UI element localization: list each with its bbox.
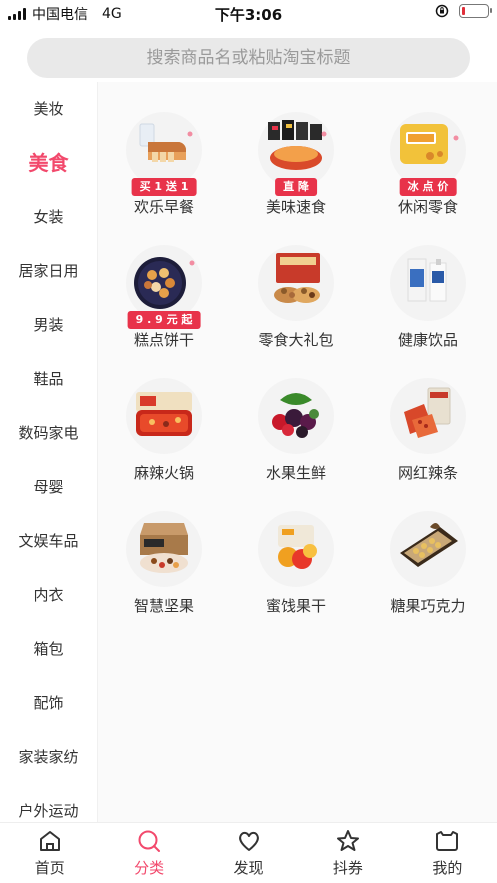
drink-carton-icon <box>390 245 466 321</box>
search-icon <box>99 827 198 855</box>
promo-tag: 买 1 送 1 <box>131 178 197 196</box>
category-label: 麻辣火锅 <box>133 464 194 482</box>
sidebar-item-womens-clothing[interactable]: 女装 <box>0 190 97 244</box>
snack-bag-icon: 冰 点 价 <box>390 112 466 196</box>
category-label: 糖果巧克力 <box>390 597 466 615</box>
category-sidebar: 美妆 美食 女装 居家日用 男装 鞋品 数码家电 母婴 文娱车品 内衣 箱包 配… <box>0 82 98 822</box>
tab-label: 发现 <box>233 859 264 877</box>
category-grid: 买 1 送 1 欢乐早餐 直 降 美味速食 冰 点 价 休闲零食 9 . 9 元… <box>98 82 497 822</box>
category-label: 智慧坚果 <box>133 597 194 615</box>
category-label: 蜜饯果干 <box>265 597 326 615</box>
status-right <box>435 4 492 18</box>
category-label: 网红辣条 <box>397 464 458 482</box>
category-healthy-drinks[interactable]: 健康饮品 <box>373 245 483 350</box>
category-dried-fruit[interactable]: 蜜饯果干 <box>241 511 351 616</box>
category-label: 美味速食 <box>265 198 326 216</box>
instant-noodles-icon: 直 降 <box>258 112 334 196</box>
profile-icon <box>398 827 497 855</box>
battery-icon <box>459 4 492 18</box>
spicy-strip-icon <box>390 378 466 454</box>
promo-tag: 冰 点 价 <box>399 178 457 196</box>
tab-discover[interactable]: 发现 <box>199 823 298 883</box>
fruit-icon <box>258 378 334 454</box>
star-icon <box>298 827 397 855</box>
tab-label: 我的 <box>432 859 463 877</box>
status-time: 下午3:06 <box>214 6 283 24</box>
tab-home[interactable]: 首页 <box>0 823 99 883</box>
category-breakfast[interactable]: 买 1 送 1 欢乐早餐 <box>109 112 219 217</box>
category-label: 零食大礼包 <box>258 331 334 349</box>
orientation-lock-icon <box>435 4 449 18</box>
tab-category[interactable]: 分类 <box>99 823 198 883</box>
cookie-tin-icon: 9 . 9 元 起 <box>126 245 202 329</box>
bottom-tab-bar: 首页 分类 发现 抖券 我的 <box>0 822 497 883</box>
search-input[interactable]: 搜索商品名或粘贴淘宝标题 <box>27 38 470 78</box>
sidebar-item-bags[interactable]: 箱包 <box>0 622 97 676</box>
tab-label: 抖券 <box>332 859 363 877</box>
status-bar: 中国电信 4G 下午3:06 <box>0 0 497 26</box>
sidebar-item-shoes[interactable]: 鞋品 <box>0 352 97 406</box>
tab-label: 首页 <box>34 859 65 877</box>
category-label: 健康饮品 <box>397 331 458 349</box>
sidebar-item-food[interactable]: 美食 <box>0 136 97 190</box>
sidebar-item-outdoor[interactable]: 户外运动 <box>0 784 97 822</box>
heart-icon <box>199 827 298 855</box>
sidebar-item-beauty[interactable]: 美妆 <box>0 82 97 136</box>
sidebar-item-underwear[interactable]: 内衣 <box>0 568 97 622</box>
chocolate-box-icon <box>390 511 466 587</box>
hotpot-icon <box>126 378 202 454</box>
tab-label: 分类 <box>134 859 165 877</box>
category-instant-food[interactable]: 直 降 美味速食 <box>241 112 351 217</box>
category-label: 欢乐早餐 <box>133 198 194 216</box>
category-fresh-fruit[interactable]: 水果生鲜 <box>241 378 351 483</box>
dried-fruit-icon <box>258 511 334 587</box>
sidebar-item-accessories[interactable]: 配饰 <box>0 676 97 730</box>
sidebar-item-mens-clothing[interactable]: 男装 <box>0 298 97 352</box>
category-spicy-strips[interactable]: 网红辣条 <box>373 378 483 483</box>
sidebar-item-entertainment-car[interactable]: 文娱车品 <box>0 514 97 568</box>
category-spicy-hotpot[interactable]: 麻辣火锅 <box>109 378 219 483</box>
sidebar-item-digital[interactable]: 数码家电 <box>0 406 97 460</box>
sidebar-item-home-textiles[interactable]: 家装家纺 <box>0 730 97 784</box>
promo-tag: 9 . 9 元 起 <box>127 311 201 329</box>
tab-mine[interactable]: 我的 <box>398 823 497 883</box>
category-nuts[interactable]: 智慧坚果 <box>109 511 219 616</box>
sidebar-item-home-daily[interactable]: 居家日用 <box>0 244 97 298</box>
bread-icon: 买 1 送 1 <box>126 112 202 196</box>
category-label: 水果生鲜 <box>265 464 326 482</box>
home-icon <box>0 827 99 855</box>
tab-coupons[interactable]: 抖券 <box>298 823 397 883</box>
sidebar-item-baby[interactable]: 母婴 <box>0 460 97 514</box>
gift-box-icon <box>258 245 334 321</box>
category-label: 休闲零食 <box>397 198 458 216</box>
category-snacks[interactable]: 冰 点 价 休闲零食 <box>373 112 483 217</box>
category-candy-chocolate[interactable]: 糖果巧克力 <box>373 511 483 616</box>
category-pastry-biscuits[interactable]: 9 . 9 元 起 糕点饼干 <box>109 245 219 350</box>
category-snack-gift-pack[interactable]: 零食大礼包 <box>241 245 351 350</box>
category-label: 糕点饼干 <box>133 331 194 349</box>
nut-box-icon <box>126 511 202 587</box>
promo-tag: 直 降 <box>275 178 317 196</box>
